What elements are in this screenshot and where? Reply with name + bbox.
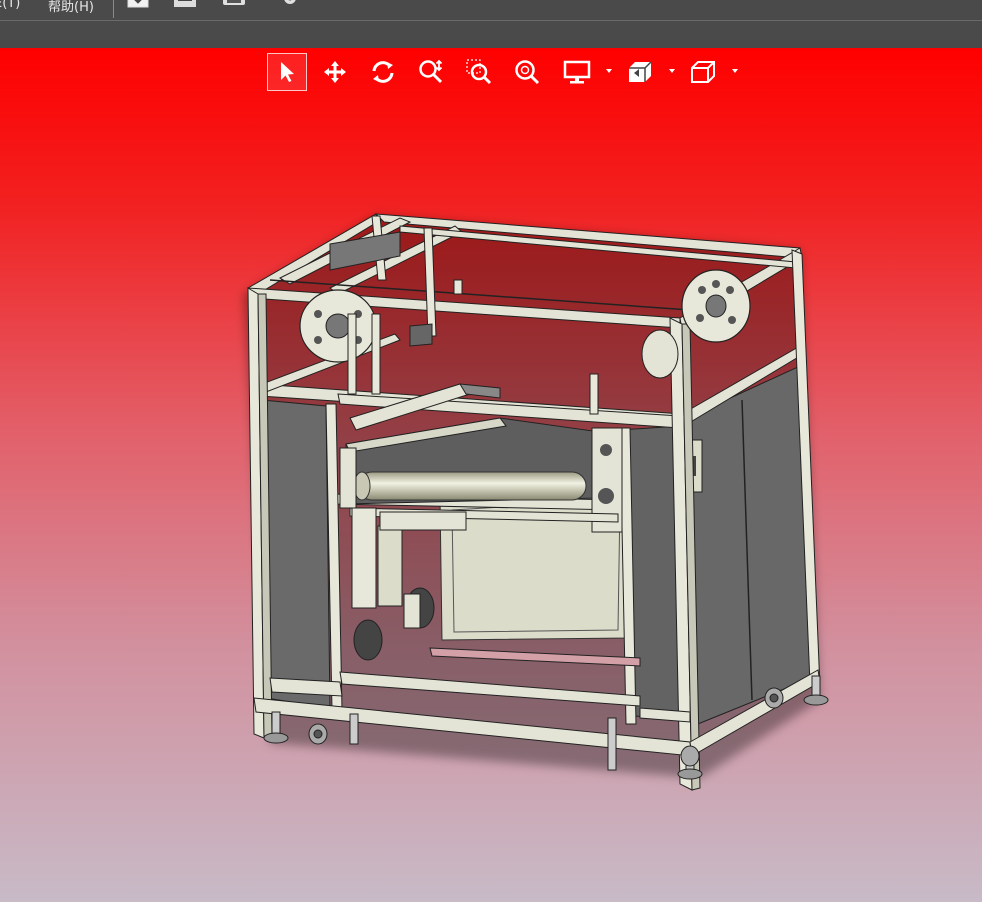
menu-bar: E(T) 帮助(H) — [0, 0, 982, 21]
pulley-right — [681, 269, 751, 343]
print-icon[interactable] — [222, 0, 246, 10]
menu-tools[interactable]: E(T) — [0, 0, 20, 11]
menu-help[interactable]: 帮助(H) — [48, 0, 94, 15]
pulley-inner-right — [641, 329, 679, 379]
bracket — [409, 323, 433, 347]
pulley-left — [299, 289, 377, 363]
save-icon[interactable] — [173, 0, 197, 10]
ribbon-bar — [0, 21, 982, 48]
machine-frame-assembly[interactable] — [0, 48, 982, 902]
settings-icon[interactable] — [278, 0, 302, 10]
left-side-panel — [261, 399, 331, 709]
save-check-icon[interactable] — [127, 0, 151, 10]
graphics-viewport[interactable] — [0, 48, 982, 902]
menu-separator — [113, 0, 114, 18]
